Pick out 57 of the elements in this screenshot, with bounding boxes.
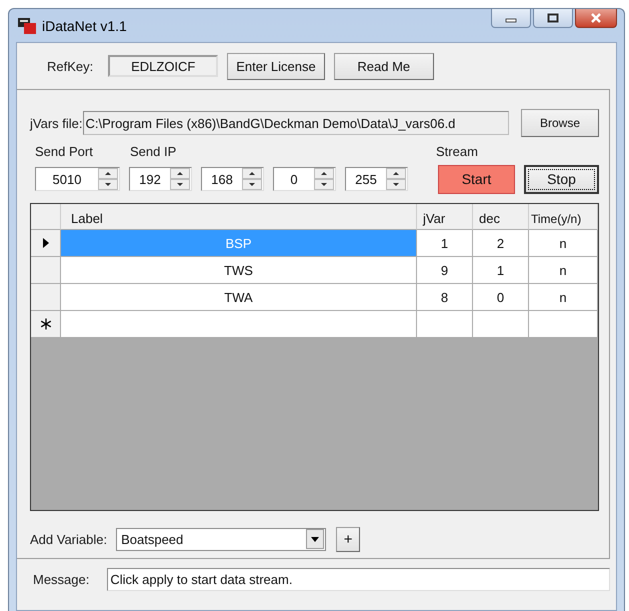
ip-spinbox[interactable]: 0 [273, 167, 336, 191]
table-cell[interactable]: 0 [473, 284, 529, 311]
table-cell[interactable]: TWS [61, 257, 417, 284]
port-spinbox[interactable]: 5010 [35, 167, 120, 191]
table-cell[interactable] [61, 311, 417, 338]
column-header[interactable]: jVar [417, 204, 473, 230]
table-cell[interactable]: 1 [473, 257, 529, 284]
add-variable-label: Add Variable: [30, 532, 108, 546]
maximize-button[interactable] [533, 9, 573, 28]
column-header[interactable]: dec [473, 204, 529, 230]
row-header[interactable] [31, 230, 61, 257]
spinner-arrows-icon [242, 168, 262, 190]
row-header[interactable] [31, 311, 61, 338]
app-icon [18, 18, 36, 34]
send-ip-label: Send IP [130, 144, 176, 159]
refkey-label: RefKey: [47, 58, 94, 74]
spinner-arrows-icon [386, 168, 406, 190]
maximize-icon [547, 13, 559, 23]
column-header[interactable]: Time(y/n) [529, 204, 598, 230]
variable-dropdown[interactable]: Boatspeed [116, 528, 326, 550]
table-cell[interactable]: n [529, 230, 598, 257]
add-button[interactable]: + [336, 526, 360, 552]
asterisk-icon [40, 318, 52, 330]
table-cell[interactable]: 2 [473, 230, 529, 257]
table-cell[interactable] [473, 311, 529, 338]
table-cell[interactable]: n [529, 257, 598, 284]
minimize-button[interactable] [491, 9, 531, 28]
message-label: Message: [33, 572, 90, 586]
stop-button[interactable]: Stop [524, 164, 599, 194]
close-button[interactable] [575, 9, 617, 28]
corner-cell [31, 204, 61, 230]
table-cell[interactable] [417, 311, 473, 338]
table-cell[interactable]: 9 [417, 257, 473, 284]
browse-button[interactable]: Browse [521, 109, 599, 137]
file-path-field[interactable]: C:\Program Files (x86)\BandG\Deckman Demo\Data\J_vars06.d [82, 111, 509, 135]
spinner-arrows-icon [98, 168, 118, 190]
table-cell[interactable]: 1 [417, 230, 473, 257]
ip-spinbox[interactable]: 168 [201, 167, 264, 191]
refkey-field: EDLZOICF [108, 55, 218, 77]
jvars-file-label: jVars file: [30, 116, 82, 130]
table-cell[interactable] [529, 311, 598, 338]
toolbar-button[interactable]: Enter License [227, 52, 325, 80]
table-cell[interactable]: n [529, 284, 598, 311]
send-port-label: Send Port [35, 144, 93, 159]
spinner-arrows-icon [170, 168, 190, 190]
table-cell[interactable]: 8 [417, 284, 473, 311]
message-field[interactable]: Click apply to start data stream. [107, 568, 610, 590]
table-cell[interactable]: TWA [61, 284, 417, 311]
ip-spinbox[interactable]: 255 [345, 167, 408, 191]
toolbar-button[interactable]: Read Me [334, 52, 434, 80]
spinner-arrows-icon [314, 168, 334, 190]
ip-spinbox[interactable]: 192 [129, 167, 192, 191]
start-button[interactable]: Start [438, 164, 515, 194]
window-title: iDataNet v1.1 [42, 18, 127, 34]
stream-label: Stream [436, 144, 478, 159]
column-header[interactable]: Label [61, 204, 417, 230]
close-icon [590, 13, 602, 23]
